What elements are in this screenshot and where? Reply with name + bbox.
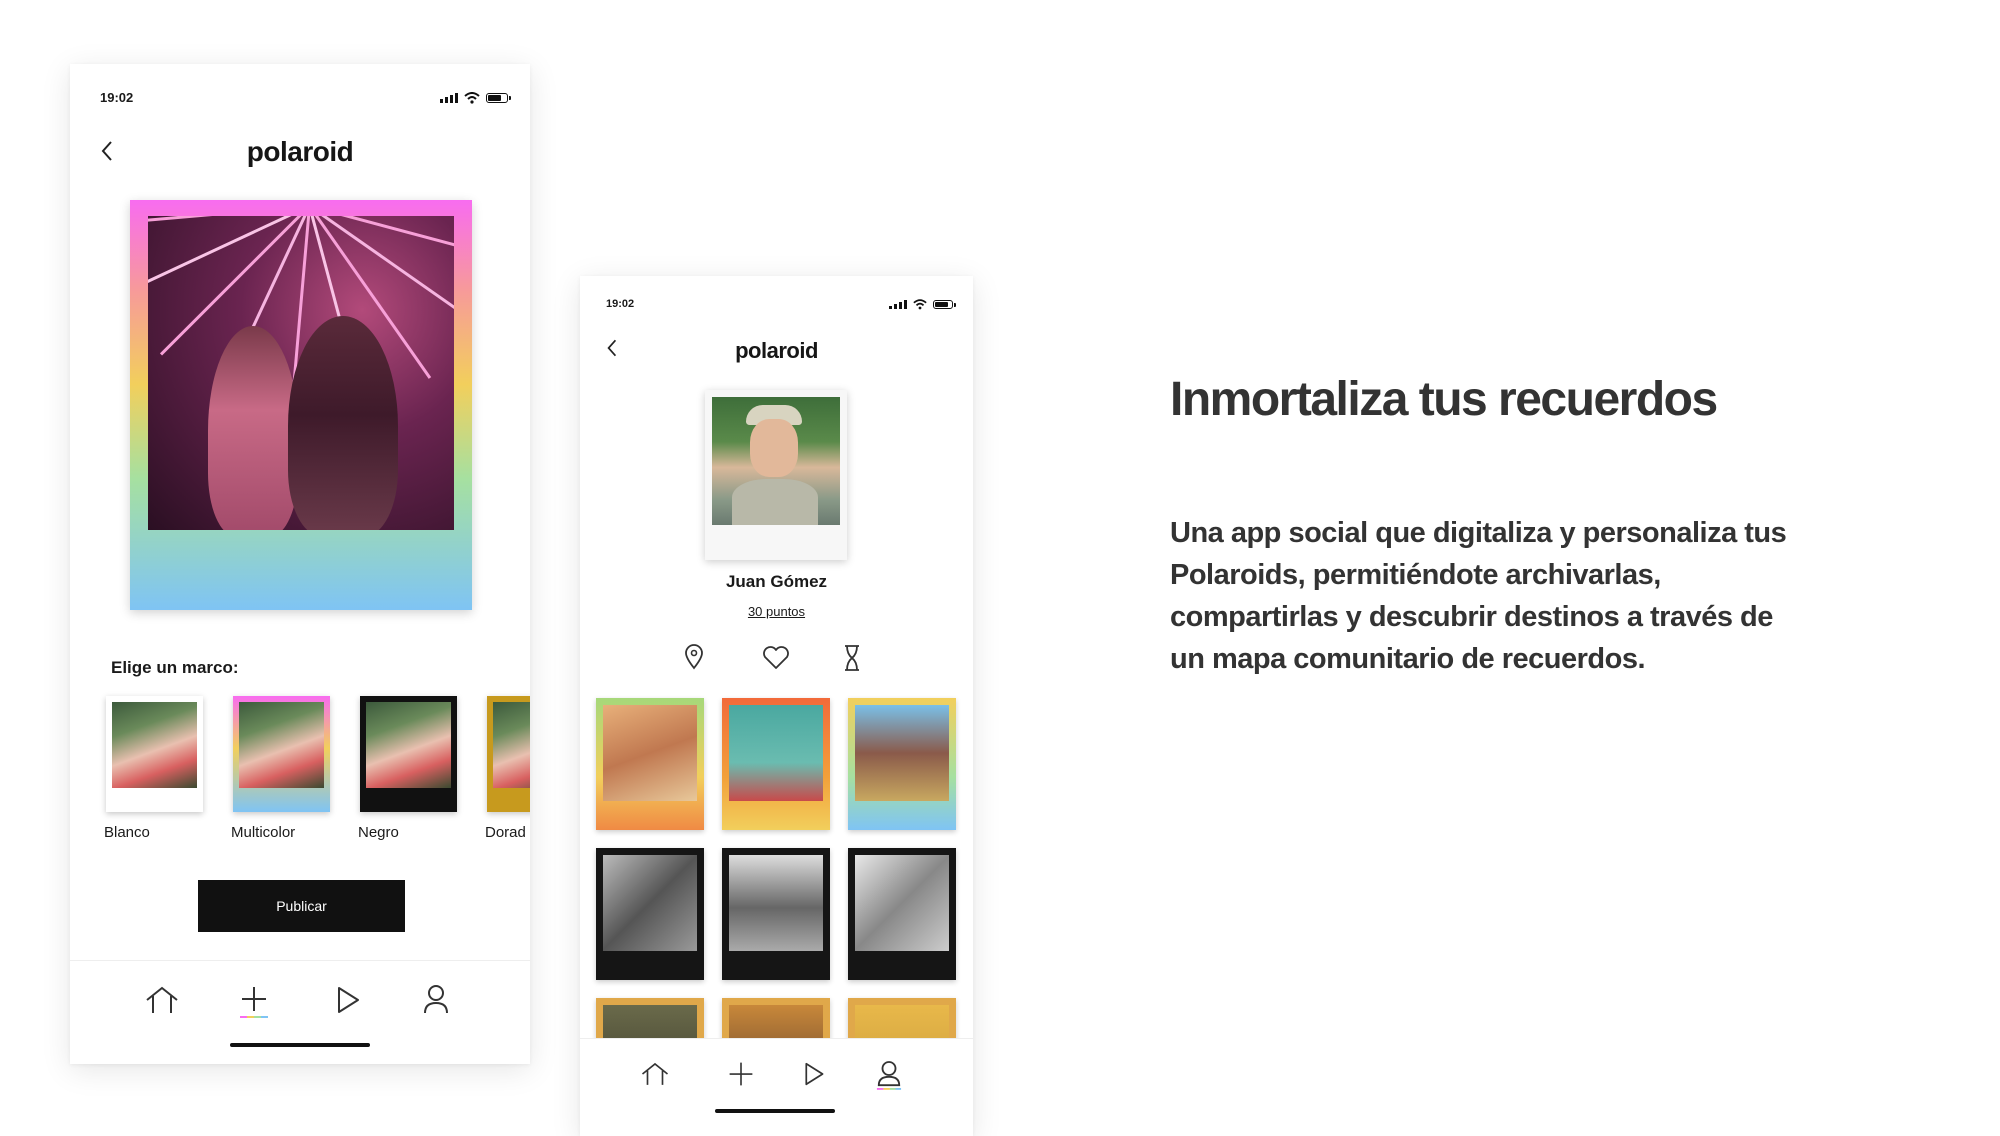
wifi-icon [913,298,927,309]
marketing-headline: Inmortaliza tus recuerdos [1170,373,1718,426]
gallery-photo[interactable] [596,698,704,830]
home-icon[interactable] [144,985,180,1015]
bottom-nav [580,1038,973,1136]
frame-option-negro[interactable] [360,696,457,812]
battery-icon [486,92,511,103]
frame-label-blanco: Blanco [104,824,150,841]
profile-screen: 19:02 polaroid Juan Gómez 30 puntos [580,276,973,1136]
status-time: 19:02 [606,298,635,310]
plus-icon[interactable] [728,1061,754,1087]
location-pin-icon[interactable] [684,644,704,670]
play-icon[interactable] [334,985,362,1015]
battery-icon [933,299,956,309]
profile-icon[interactable] [876,1059,902,1091]
frame-option-blanco[interactable] [106,696,203,812]
frame-label-multicolor: Multicolor [231,824,296,841]
signal-icon [889,299,907,309]
marketing-description: Una app social que digitaliza y personal… [1170,517,1787,675]
plus-icon[interactable] [238,985,270,1019]
heart-icon[interactable] [762,646,790,670]
profile-icon[interactable] [422,983,450,1015]
publish-button[interactable]: Publicar [198,880,405,932]
play-icon[interactable] [802,1061,826,1087]
gallery-photo[interactable] [596,848,704,980]
frame-option-dorado[interactable] [487,696,530,812]
photo-preview [148,216,454,530]
edit-frame-screen: 19:02 polaroid Elige un marco: Blanco Mu… [70,64,530,1064]
frame-label-dorado: Dorad [485,824,526,841]
frame-section-label: Elige un marco: [111,658,239,677]
bottom-nav [70,960,530,1064]
hourglass-icon[interactable] [842,644,862,672]
frame-label-negro: Negro [358,824,399,841]
app-logo: polaroid [246,136,354,167]
app-logo: polaroid [735,338,818,363]
profile-points-link[interactable]: 30 puntos [580,604,973,619]
gallery-photo[interactable] [848,698,956,830]
gallery-photo[interactable] [722,848,830,980]
status-bar: 19:02 [580,298,973,310]
home-indicator [230,1043,370,1047]
signal-icon [440,92,458,103]
wifi-icon [464,91,480,104]
status-bar: 19:02 [70,90,530,105]
profile-avatar [705,390,847,560]
gallery-photo[interactable] [848,848,956,980]
home-icon[interactable] [640,1061,670,1087]
gallery-photo[interactable] [722,698,830,830]
frame-option-multicolor[interactable] [233,696,330,812]
photo-preview-frame [130,200,472,610]
profile-name: Juan Gómez [725,572,828,591]
status-time: 19:02 [100,90,134,105]
home-indicator [715,1109,835,1113]
